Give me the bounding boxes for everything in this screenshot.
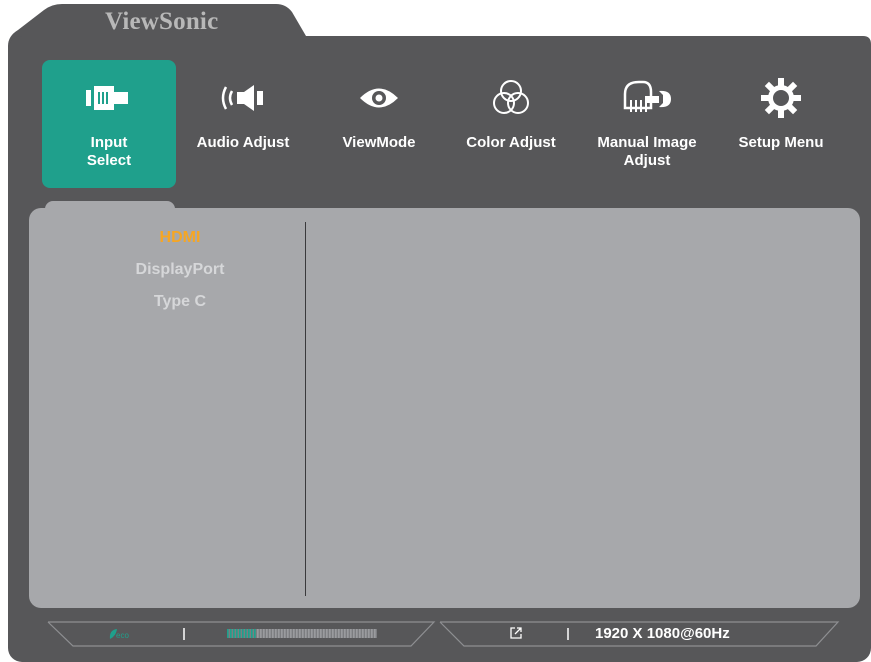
signal-meter-tick-empty [356,629,358,638]
input-option-hdmi[interactable]: HDMI [60,229,300,247]
speaker-icon [176,76,310,120]
tab-input-select[interactable]: Input Select [42,60,176,188]
signal-meter-tick-empty [260,629,262,638]
signal-meter-tick-filled [233,629,235,638]
signal-meter-tick-empty [281,629,283,638]
signal-meter-tick-empty [371,629,373,638]
signal-meter-tick-empty [353,629,355,638]
signal-meter-tick-empty [332,629,334,638]
tab-label: Manual Image [597,134,697,151]
signal-meter-tick-filled [242,629,244,638]
input-option-type-c[interactable]: Type C [60,293,300,311]
signal-meter-tick-empty [335,629,337,638]
signal-meter-tick-filled [239,629,241,638]
signal-meter-tick-empty [350,629,352,638]
signal-meter-tick-empty [275,629,277,638]
signal-meter-tick-empty [320,629,322,638]
tab-manual-image-adjust[interactable]: Manual Image Adjust [580,60,714,188]
signal-meter-tick-empty [287,629,289,638]
signal-meter-tick-empty [359,629,361,638]
brand-logo: ViewSonic [105,8,219,35]
signal-meter-tick-filled [230,629,232,638]
signal-meter-tick-empty [338,629,340,638]
hand-wrench-icon [580,76,714,120]
external-link-icon [509,626,523,640]
signal-meter-tick-empty [293,629,295,638]
tab-label: Input [90,134,128,151]
signal-meter-tick-empty [374,629,376,638]
signal-meter-tick-empty [311,629,313,638]
signal-meter-tick-empty [362,629,364,638]
tab-label: Select [86,152,132,169]
color-circles-icon [444,76,578,120]
panel-divider [305,222,306,596]
gear-icon [714,76,848,120]
signal-meter-tick-empty [308,629,310,638]
tab-label: ViewMode [342,134,416,151]
resolution-readout: 1920 X 1080@60Hz [595,625,730,642]
signal-meter-tick-empty [266,629,268,638]
signal-meter-tick-empty [299,629,301,638]
tab-audio-adjust[interactable]: Audio Adjust [176,60,310,188]
signal-meter-tick-empty [365,629,367,638]
signal-meter-tick-empty [326,629,328,638]
signal-meter-tick-filled [254,629,256,638]
signal-meter-tick-filled [251,629,253,638]
signal-meter-tick-empty [257,629,259,638]
signal-meter-tick-filled [227,629,229,638]
signal-meter-tick-empty [305,629,307,638]
signal-meter-tick-empty [302,629,304,638]
tab-color-adjust[interactable]: Color Adjust [444,60,578,188]
signal-meter-tick-empty [290,629,292,638]
signal-meter-tick-empty [263,629,265,638]
signal-meter-tick-empty [341,629,343,638]
eco-label: eco [116,631,129,640]
tab-setup-menu[interactable]: Setup Menu [714,60,848,188]
signal-meter-tick-filled [236,629,238,638]
signal-meter-tick-empty [323,629,325,638]
signal-meter-tick-empty [284,629,286,638]
tab-label: Color Adjust [466,134,556,151]
input-option-displayport[interactable]: DisplayPort [60,261,300,279]
status-bar [47,621,840,647]
eye-icon [312,76,446,120]
signal-meter-tick-filled [245,629,247,638]
signal-meter-tick-empty [272,629,274,638]
signal-meter-tick-empty [329,629,331,638]
signal-meter-tick-empty [317,629,319,638]
signal-meter-tick-empty [314,629,316,638]
tab-viewmode[interactable]: ViewMode [312,60,446,188]
signal-meter-tick-empty [278,629,280,638]
signal-meter-tick-empty [296,629,298,638]
signal-meter-tick-empty [269,629,271,638]
signal-meter-tick-empty [344,629,346,638]
tab-label: Audio Adjust [196,134,290,151]
signal-meter-tick-filled [248,629,250,638]
input-plug-icon [42,76,176,120]
signal-meter-tick-empty [347,629,349,638]
tab-label: Adjust [623,152,671,169]
tab-label: Setup Menu [738,134,824,151]
signal-meter-tick-empty [368,629,370,638]
